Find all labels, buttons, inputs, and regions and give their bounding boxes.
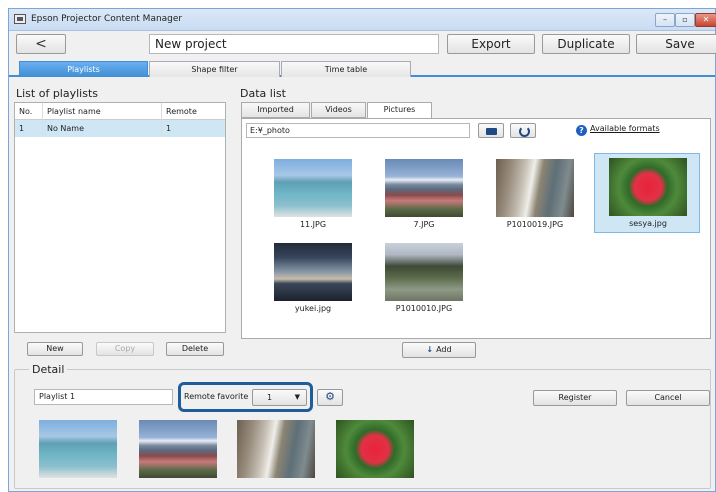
title-bar: Epson Projector Content Manager – ▫ ✕ bbox=[9, 9, 716, 31]
app-window: Epson Projector Content Manager – ▫ ✕ < … bbox=[8, 8, 716, 492]
picture-item-selected[interactable]: sesya.jpg bbox=[594, 153, 700, 233]
duplicate-button[interactable]: Duplicate bbox=[542, 34, 630, 54]
gear-icon[interactable]: ⚙ bbox=[317, 389, 343, 406]
maximize-button[interactable]: ▫ bbox=[675, 13, 695, 27]
sunset-thumbnail bbox=[274, 243, 352, 301]
remote-favorite-value: 1 bbox=[267, 393, 273, 402]
picture-filename: P1010019.JPG bbox=[506, 220, 564, 229]
project-name-field[interactable]: New project bbox=[149, 34, 439, 54]
export-button[interactable]: Export bbox=[447, 34, 535, 54]
detail-hot-spring-thumbnail[interactable] bbox=[237, 420, 315, 478]
tab-shape-filter[interactable]: Shape filter bbox=[149, 61, 280, 77]
close-button[interactable]: ✕ bbox=[695, 13, 716, 27]
refresh-icon[interactable] bbox=[510, 123, 536, 138]
remote-favorite-select[interactable]: 1 ▼ bbox=[252, 389, 307, 406]
detail-sea-thumbnail[interactable] bbox=[39, 420, 117, 478]
picture-filename: sesya.jpg bbox=[629, 219, 667, 228]
row-name: No Name bbox=[43, 120, 162, 137]
tab-pictures[interactable]: Pictures bbox=[367, 102, 432, 119]
mount-fuji-thumbnail bbox=[385, 159, 463, 217]
cancel-button[interactable]: Cancel bbox=[626, 390, 710, 406]
playlists-table: No. Playlist name Remote 1 No Name 1 bbox=[14, 102, 226, 333]
back-button[interactable]: < bbox=[16, 34, 66, 54]
data-list-panel: E:¥_photo ? Available formats 11.JPG 7.J… bbox=[241, 118, 711, 339]
picture-filename: 7.JPG bbox=[413, 220, 435, 229]
picture-filename: 11.JPG bbox=[299, 220, 327, 229]
detail-red-flower-thumbnail[interactable] bbox=[336, 420, 414, 478]
register-button[interactable]: Register bbox=[533, 390, 617, 406]
trees-thumbnail bbox=[385, 243, 463, 301]
copy-playlist-button[interactable]: Copy bbox=[96, 342, 154, 356]
new-playlist-button[interactable]: New bbox=[27, 342, 83, 356]
folder-icon[interactable] bbox=[478, 123, 504, 138]
save-button[interactable]: Save bbox=[636, 34, 716, 54]
down-arrow-icon: ↓ bbox=[426, 345, 434, 354]
picture-item[interactable]: P1010010.JPG bbox=[371, 239, 477, 319]
red-flower-thumbnail bbox=[609, 158, 687, 216]
add-label: Add bbox=[436, 345, 452, 354]
row-remote: 1 bbox=[166, 124, 172, 133]
playlist-name-field[interactable]: Playlist 1 bbox=[34, 389, 173, 405]
data-list-tabs: Imported Videos Pictures bbox=[241, 102, 441, 119]
tab-playlists[interactable]: Playlists bbox=[19, 61, 148, 77]
projector-icon bbox=[14, 14, 26, 24]
column-header-name[interactable]: Playlist name bbox=[43, 103, 162, 120]
table-header: No. Playlist name Remote bbox=[15, 103, 225, 120]
picture-filename: P1010010.JPG bbox=[395, 304, 453, 313]
folder-path-field[interactable]: E:¥_photo bbox=[246, 123, 470, 138]
playlists-title: List of playlists bbox=[16, 87, 99, 100]
picture-filename: yukei.jpg bbox=[294, 304, 332, 313]
hot-spring-thumbnail bbox=[496, 159, 574, 217]
column-header-no[interactable]: No. bbox=[15, 103, 43, 120]
picture-item[interactable]: 7.JPG bbox=[371, 155, 477, 235]
toolbar: < New project Export Duplicate Save bbox=[9, 31, 716, 58]
available-formats-link[interactable]: Available formats bbox=[590, 124, 660, 133]
picture-item[interactable]: 11.JPG bbox=[260, 155, 366, 235]
picture-item[interactable]: P1010019.JPG bbox=[482, 155, 588, 235]
sea-thumbnail bbox=[274, 159, 352, 217]
detail-title: Detail bbox=[29, 363, 68, 376]
help-icon[interactable]: ? bbox=[576, 125, 587, 136]
data-list-title: Data list bbox=[240, 87, 286, 100]
chevron-down-icon: ▼ bbox=[294, 393, 300, 401]
remote-favorite-label: Remote favorite bbox=[184, 392, 249, 401]
table-row[interactable]: 1 No Name 1 bbox=[15, 120, 225, 137]
add-button[interactable]: ↓ Add bbox=[402, 342, 476, 358]
column-header-remote[interactable]: Remote bbox=[162, 103, 225, 120]
row-no: 1 bbox=[15, 120, 43, 137]
main-tabs: Playlists Shape filter Time table bbox=[9, 61, 715, 77]
minimize-button[interactable]: – bbox=[655, 13, 675, 27]
tab-time-table[interactable]: Time table bbox=[281, 61, 411, 77]
delete-playlist-button[interactable]: Delete bbox=[166, 342, 224, 356]
tab-videos[interactable]: Videos bbox=[311, 102, 366, 118]
window-title: Epson Projector Content Manager bbox=[31, 14, 183, 24]
detail-mount-fuji-thumbnail[interactable] bbox=[139, 420, 217, 478]
tab-imported[interactable]: Imported bbox=[241, 102, 310, 118]
picture-item[interactable]: yukei.jpg bbox=[260, 239, 366, 319]
